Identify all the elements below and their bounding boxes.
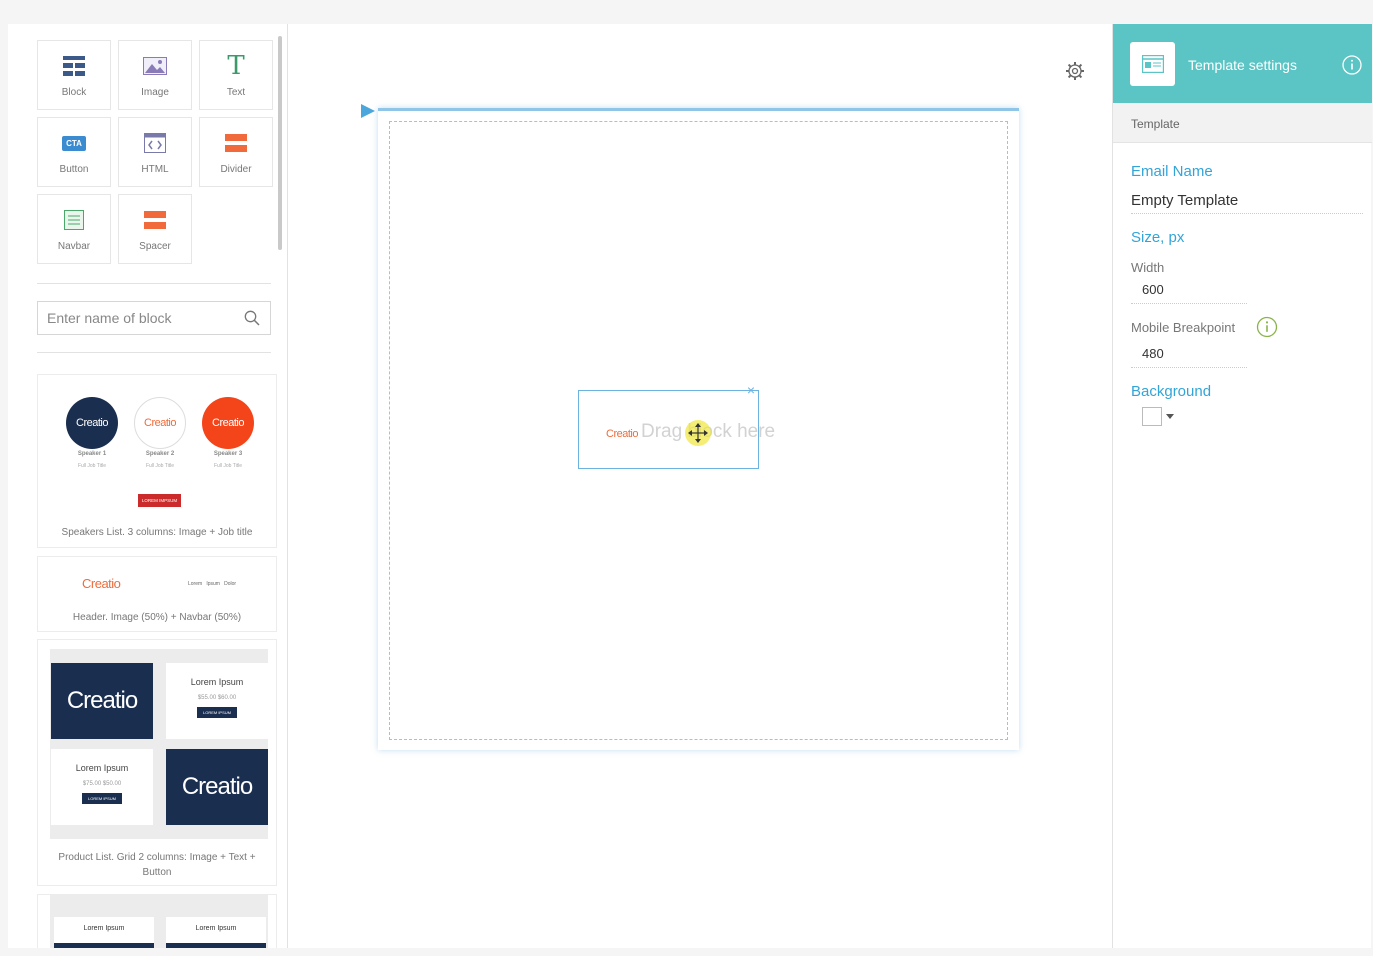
product-title: Lorem Ipsum [195, 925, 237, 932]
info-icon[interactable] [1342, 55, 1362, 80]
settings-title: Template settings [1188, 57, 1297, 73]
gear-icon[interactable] [1065, 61, 1085, 86]
block-header[interactable]: Creatio Lorem Ipsum Dolor Header. Image … [37, 556, 277, 632]
block-caption: Speakers List. 3 columns: Image + Job ti… [61, 527, 253, 538]
html-code-icon [119, 130, 191, 156]
tile-navbar[interactable]: Navbar [37, 194, 111, 264]
block-product-list[interactable]: Creatio Lorem Ipsum $55.00 $60.00 LOREM … [37, 639, 277, 886]
block-speakers-list[interactable]: Creatio Creatio Creatio Speaker 1 Speake… [37, 374, 277, 548]
preview-grid: Creatio Lorem Ipsum $55.00 $60.00 LOREM … [50, 649, 268, 839]
breakpoint-input[interactable]: 480 [1131, 342, 1247, 368]
selected-row-marker[interactable] [361, 104, 375, 118]
tile-label: Image [141, 87, 169, 98]
preview-image [166, 943, 266, 948]
breakpoint-label: Mobile Breakpoint [1131, 320, 1236, 335]
background-section-label: Background [1131, 383, 1212, 400]
block-caption: Product List. Grid 2 columns: Image + Te… [58, 852, 256, 878]
speaker-job: Full Job Title [145, 463, 175, 469]
toolbox-scrollbar[interactable] [278, 36, 282, 250]
product-price: $55.00 $60.00 [197, 695, 237, 701]
background-color-swatch[interactable] [1142, 407, 1162, 426]
tile-label: Divider [220, 164, 252, 175]
settings-subheader: Template [1113, 103, 1372, 143]
dragged-block[interactable]: × Creatio Drag block here [578, 382, 775, 469]
email-name-field[interactable]: Empty Template [1131, 192, 1363, 214]
preview-navbar: Lorem Ipsum Dolor [188, 581, 237, 587]
width-label: Width [1131, 260, 1165, 275]
dragged-block-logo: Creatio [606, 428, 638, 440]
divider [37, 352, 271, 353]
speaker-name: Speaker 2 [145, 451, 175, 457]
settings-panel: Template settings Template Email Name Em… [1112, 24, 1372, 948]
size-section-label: Size, px [1131, 229, 1185, 246]
speaker-job: Full Job Title [213, 463, 243, 469]
spacer-icon [119, 207, 191, 233]
block-caption: Header. Image (50%) + Navbar (50%) [72, 612, 242, 623]
design-canvas: × Creatio Drag block here [289, 24, 1111, 948]
preview-logo: Creatio [82, 576, 121, 591]
email-name-label: Email Name [1131, 163, 1213, 180]
product-price: $75.00 $50.00 [82, 781, 122, 787]
tile-label: Text [226, 87, 246, 98]
tile-html[interactable]: HTML [118, 117, 192, 187]
speaker-name: Speaker 3 [213, 451, 243, 457]
preview-image [54, 943, 154, 948]
block-search [37, 301, 271, 335]
preview-product: Lorem Ipsum [166, 917, 266, 948]
tile-text[interactable]: T Text [199, 40, 273, 110]
tile-image[interactable]: Image [118, 40, 192, 110]
preview-product: Lorem Ipsum [54, 917, 154, 948]
cta-button-icon: CTA [38, 130, 110, 156]
toolbox-panel: Block Image T Text CTA Button HTML Divid… [8, 24, 288, 948]
tile-label: Button [59, 164, 89, 175]
product-title: Lorem Ipsum [190, 677, 244, 687]
navbar-icon [38, 207, 110, 233]
move-cursor-icon[interactable] [685, 420, 711, 446]
preview-product: Lorem Ipsum $75.00 $50.00 LOREM IPSUM [51, 749, 153, 825]
block-grid-icon [38, 53, 110, 79]
tile-label: Spacer [139, 241, 171, 252]
subheader-label: Template [1131, 117, 1180, 131]
product-button: LOREM IPSUM [196, 707, 237, 718]
tile-block[interactable]: Block [37, 40, 111, 110]
search-input[interactable] [38, 302, 228, 334]
settings-header: Template settings [1113, 24, 1372, 103]
divider-icon [200, 130, 272, 156]
block-partial[interactable]: Lorem Ipsum Lorem Ipsum [37, 894, 277, 948]
speaker-name: Speaker 1 [77, 451, 107, 457]
speaker-avatar: Creatio [66, 397, 118, 449]
tile-button[interactable]: CTA Button [37, 117, 111, 187]
preview-product: Lorem Ipsum $55.00 $60.00 LOREM IPSUM [166, 663, 268, 739]
tile-spacer[interactable]: Spacer [118, 194, 192, 264]
email-designer: Block Image T Text CTA Button HTML Divid… [8, 24, 1372, 948]
chevron-down-icon[interactable] [1166, 414, 1174, 419]
product-button: LOREM IPSUM [81, 793, 122, 804]
tile-label: Block [61, 87, 87, 98]
search-icon[interactable] [244, 310, 260, 331]
info-icon[interactable] [1256, 316, 1278, 343]
tile-divider[interactable]: Divider [199, 117, 273, 187]
divider [37, 283, 271, 284]
width-input[interactable]: 600 [1131, 278, 1247, 304]
speaker-job: Full Job Title [77, 463, 107, 469]
image-icon [119, 53, 191, 79]
preview-brand-image: Creatio [166, 749, 268, 825]
tile-label: HTML [141, 164, 169, 175]
product-title: Lorem Ipsum [83, 925, 125, 932]
preview-brand-image: Creatio [51, 663, 153, 739]
speaker-avatar: Creatio [202, 397, 254, 449]
preview-button: LOREM IMPSUM [138, 494, 181, 507]
tile-label: Navbar [57, 241, 91, 252]
close-icon[interactable]: × [747, 382, 755, 398]
speaker-avatar: Creatio [134, 397, 186, 449]
preview-grid: Lorem Ipsum Lorem Ipsum [50, 895, 268, 948]
template-icon [1130, 42, 1175, 86]
text-T-icon: T [227, 51, 245, 81]
product-title: Lorem Ipsum [75, 763, 129, 773]
